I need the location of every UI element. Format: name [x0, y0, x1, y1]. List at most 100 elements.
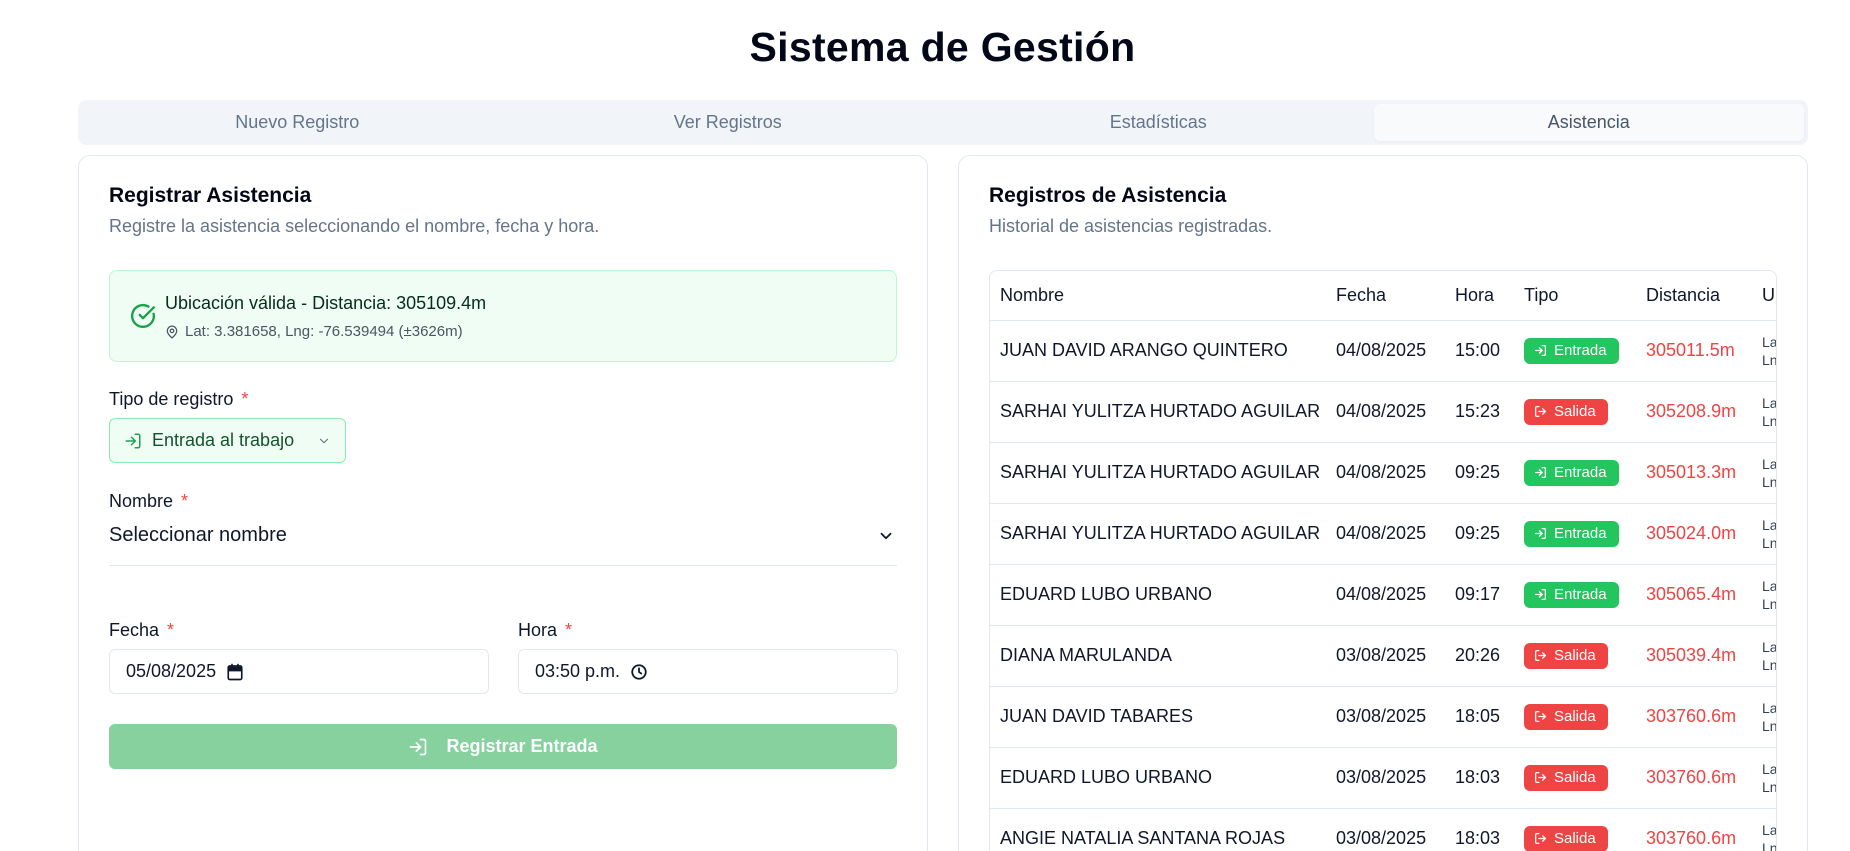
attendance-records-card: Registros de Asistencia Historial de asi…	[958, 155, 1808, 851]
log-in-icon	[1534, 527, 1547, 540]
cell-nombre: EDUARD LUBO URBANO	[990, 564, 1326, 626]
records-table-container[interactable]: Nombre Fecha Hora Tipo Distancia U JUAN …	[989, 270, 1777, 851]
cell-hora: 15:00	[1445, 320, 1514, 382]
cell-hora: 18:03	[1445, 808, 1514, 851]
cell-ubicacion-text: La Ln	[1762, 577, 1777, 612]
cell-ubicacion: La Ln	[1752, 808, 1776, 851]
cell-tipo: Salida	[1514, 747, 1636, 809]
form-title: Registrar Asistencia	[109, 184, 312, 207]
cell-hora: 09:25	[1445, 442, 1514, 504]
cell-tipo: Salida	[1514, 381, 1636, 443]
type-badge-label: Salida	[1554, 708, 1596, 725]
time-value: 03:50 p.m.	[535, 661, 621, 681]
cell-distancia: 305024.0m	[1636, 503, 1752, 565]
main-tabs: Nuevo Registro Ver Registros Estadística…	[78, 100, 1808, 145]
tab-asistencia[interactable]: Asistencia	[1373, 104, 1804, 141]
cell-fecha: 03/08/2025	[1326, 808, 1445, 851]
table-row[interactable]: SARHAI YULITZA HURTADO AGUILAR 04/08/2025…	[990, 381, 1777, 443]
log-out-icon	[1534, 832, 1547, 845]
type-label: Tipo de registro	[109, 389, 234, 409]
cell-ubicacion: La Ln	[1752, 381, 1777, 443]
register-entry-button[interactable]: Registrar Entrada	[109, 724, 897, 769]
cell-fecha: 03/08/2025	[1326, 747, 1445, 809]
chevron-down-icon	[319, 438, 329, 443]
location-status: Ubicación válida - Distancia: 305109.4m …	[109, 270, 897, 362]
table-row[interactable]: EDUARD LUBO URBANO 03/08/2025 18:03 Salida 3…	[990, 747, 1776, 809]
cell-fecha: 04/08/2025	[1326, 503, 1445, 565]
log-in-icon	[1534, 344, 1547, 357]
location-title: Ubicación válida - Distancia: 305109.4m	[165, 293, 487, 313]
map-pin-icon	[166, 325, 178, 338]
cell-hora: 09:25	[1445, 503, 1514, 565]
register-attendance-card: Registrar Asistencia Registre la asisten…	[78, 155, 928, 851]
tab-estadisticas[interactable]: Estadísticas	[943, 104, 1374, 141]
table-row[interactable]: ANGIE NATALIA SANTANA ROJAS 03/08/2025 18:…	[990, 808, 1776, 851]
type-badge: Salida	[1524, 764, 1608, 791]
tab-nuevo-registro[interactable]: Nuevo Registro	[82, 104, 513, 141]
log-out-icon	[1534, 649, 1547, 662]
tab-ver-registros[interactable]: Ver Registros	[513, 104, 944, 141]
records-title: Registros de Asistencia	[989, 184, 1227, 207]
type-badge-label: Entrada	[1554, 342, 1607, 359]
column-header-ubicacion[interactable]: U	[1752, 271, 1776, 321]
log-out-icon	[1534, 771, 1547, 784]
cell-fecha: 04/08/2025	[1326, 442, 1445, 504]
type-label-row: Tipo de registro *	[109, 389, 248, 410]
column-header-tipo[interactable]: Tipo	[1514, 271, 1636, 321]
cell-nombre: SARHAI YULITZA HURTADO AGUILAR	[990, 503, 1326, 565]
table-row[interactable]: DIANA MARULANDA 03/08/2025 20:26 Salida 3050…	[990, 625, 1776, 687]
page-title: Sistema de Gestión	[749, 24, 1136, 70]
cell-distancia: 303760.6m	[1636, 686, 1752, 748]
table-row[interactable]: SARHAI YULITZA HURTADO AGUILAR 04/08/2025…	[990, 503, 1776, 565]
cell-tipo: Salida	[1514, 808, 1636, 851]
column-header-nombre[interactable]: Nombre	[990, 271, 1326, 321]
table-row[interactable]: JUAN DAVID ARANGO QUINTERO 04/08/2025 15:0…	[990, 320, 1777, 382]
cell-distancia: 305065.4m	[1636, 564, 1752, 626]
column-header-fecha[interactable]: Fecha	[1326, 271, 1445, 321]
calendar-icon[interactable]	[226, 663, 244, 681]
type-badge-label: Entrada	[1554, 586, 1607, 603]
column-header-distancia[interactable]: Distancia	[1636, 271, 1752, 321]
time-label-row: Hora *	[518, 620, 572, 641]
required-mark: *	[565, 620, 573, 640]
required-mark: *	[167, 620, 175, 640]
table-row[interactable]: SARHAI YULITZA HURTADO AGUILAR 04/08/2025…	[990, 442, 1776, 504]
date-field[interactable]: 05/08/2025	[109, 649, 489, 694]
cell-tipo: Entrada	[1514, 442, 1636, 504]
cell-hora: 09:17	[1445, 564, 1514, 626]
clock-icon[interactable]	[630, 663, 648, 681]
type-badge-label: Salida	[1554, 647, 1596, 664]
type-select[interactable]: Entrada al trabajo	[109, 418, 346, 463]
cell-ubicacion: La Ln	[1752, 625, 1776, 687]
table-row[interactable]: EDUARD LUBO URBANO 04/08/2025 09:17 Entrada…	[990, 564, 1777, 626]
column-header-hora[interactable]: Hora	[1445, 271, 1514, 321]
records-table-body: JUAN DAVID ARANGO QUINTERO 04/08/2025 15:0…	[990, 320, 1777, 851]
type-value: Entrada al trabajo	[152, 430, 295, 450]
log-out-icon	[1534, 405, 1547, 418]
cell-tipo: Entrada	[1514, 320, 1636, 382]
cell-ubicacion-text: La Ln	[1762, 394, 1777, 429]
log-out-icon	[1534, 710, 1547, 723]
cell-hora: 20:26	[1445, 625, 1514, 687]
location-coords-row: Lat: 3.381658, Lng: -76.539494 (±3626m)	[165, 323, 463, 340]
type-badge-label: Salida	[1554, 403, 1596, 420]
cell-ubicacion: La Ln	[1752, 503, 1776, 565]
cell-ubicacion-text: La Ln	[1762, 333, 1777, 368]
name-select[interactable]: Seleccionar nombre	[109, 506, 897, 566]
cell-distancia: 305039.4m	[1636, 625, 1752, 687]
log-in-icon	[1534, 466, 1547, 479]
cell-ubicacion: La Ln	[1752, 320, 1777, 382]
name-placeholder: Seleccionar nombre	[109, 524, 287, 546]
type-badge: Entrada	[1524, 459, 1619, 486]
table-row[interactable]: JUAN DAVID TABARES 03/08/2025 18:05 Salida 3…	[990, 686, 1776, 748]
cell-nombre: EDUARD LUBO URBANO	[990, 747, 1326, 809]
cell-distancia: 303760.6m	[1636, 747, 1752, 809]
cell-tipo: Entrada	[1514, 564, 1636, 626]
type-badge-label: Salida	[1554, 769, 1596, 786]
check-circle-icon	[131, 303, 156, 328]
time-field[interactable]: 03:50 p.m.	[518, 649, 898, 694]
date-value: 05/08/2025	[126, 661, 217, 681]
type-badge: Entrada	[1524, 520, 1619, 547]
cell-fecha: 04/08/2025	[1326, 320, 1445, 382]
type-badge: Entrada	[1524, 337, 1619, 364]
